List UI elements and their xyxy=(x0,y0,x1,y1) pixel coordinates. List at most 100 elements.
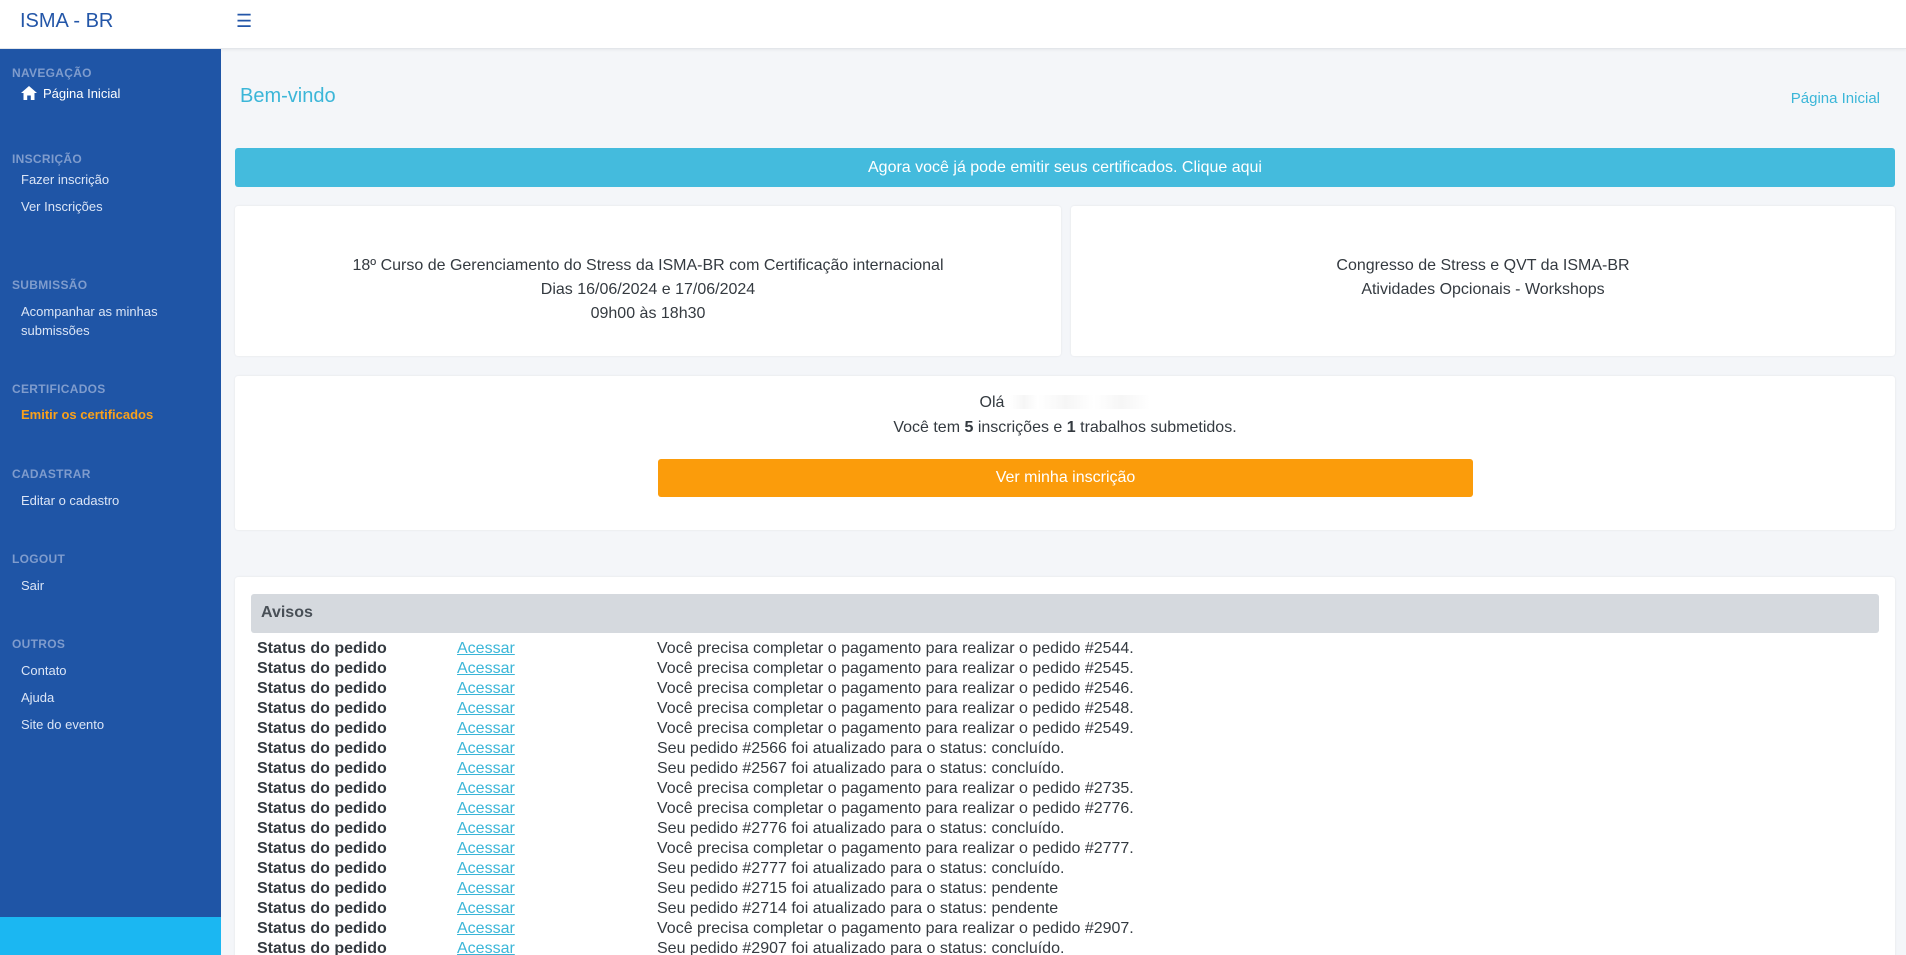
event-card-text: Congresso de Stress e QVT da ISMA-BR Ati… xyxy=(1071,254,1895,302)
aviso-access-link[interactable]: Acessar xyxy=(457,779,515,799)
aviso-row: Status do pedido Acessar Você precisa comp… xyxy=(257,919,1857,939)
summary-middle: inscrições e xyxy=(973,419,1067,436)
aviso-message: Você precisa completar o pagamento para … xyxy=(657,700,1134,717)
aviso-row: Status do pedido Acessar Seu pedido #2566 … xyxy=(257,739,1857,759)
sidebar-item-sair[interactable]: Sair xyxy=(21,576,211,595)
aviso-row: Status do pedido Acessar Seu pedido #2714 … xyxy=(257,899,1857,919)
sidebar-heading-certificados: CERTIFICADOS xyxy=(12,382,106,396)
summary-prefix: Você tem xyxy=(893,419,965,436)
hamburger-icon[interactable]: ☰ xyxy=(236,11,252,32)
event-dates: Dias 16/06/2024 e 17/06/2024 xyxy=(540,281,756,298)
aviso-message: Você precisa completar o pagamento para … xyxy=(657,680,1134,697)
aviso-access-link[interactable]: Acessar xyxy=(457,759,515,779)
aviso-access-link[interactable]: Acessar xyxy=(457,719,515,739)
aviso-row: Status do pedido Acessar Você precisa comp… xyxy=(257,779,1857,799)
aviso-label: Status do pedido xyxy=(257,920,387,937)
aviso-message: Seu pedido #2907 foi atualizado para o s… xyxy=(657,940,1065,955)
sidebar-item-ver-inscricoes[interactable]: Ver Inscrições xyxy=(21,197,211,216)
aviso-label: Status do pedido xyxy=(257,640,387,657)
aviso-label: Status do pedido xyxy=(257,880,387,897)
sidebar-item-contato[interactable]: Contato xyxy=(21,661,211,680)
sidebar-heading-submissao: SUBMISSÃO xyxy=(12,278,88,292)
aviso-access-link[interactable]: Acessar xyxy=(457,839,515,859)
sidebar-item-emitir-certificados[interactable]: Emitir os certificados xyxy=(21,405,211,424)
aviso-message: Você precisa completar o pagamento para … xyxy=(657,720,1134,737)
aviso-label: Status do pedido xyxy=(257,660,387,677)
greeting-text: Olá xyxy=(235,394,1895,412)
aviso-access-link[interactable]: Acessar xyxy=(457,679,515,699)
aviso-row: Status do pedido Acessar Você precisa comp… xyxy=(257,659,1857,679)
aviso-message: Seu pedido #2715 foi atualizado para o s… xyxy=(657,880,1059,897)
aviso-message: Seu pedido #2566 foi atualizado para o s… xyxy=(657,740,1065,757)
aviso-message: Você precisa completar o pagamento para … xyxy=(657,920,1134,937)
aviso-row: Status do pedido Acessar Seu pedido #2776 … xyxy=(257,819,1857,839)
aviso-access-link[interactable]: Acessar xyxy=(457,799,515,819)
sidebar-item-ajuda[interactable]: Ajuda xyxy=(21,688,211,707)
avisos-header: Avisos xyxy=(251,594,1879,633)
aviso-access-link[interactable]: Acessar xyxy=(457,739,515,759)
aviso-access-link[interactable]: Acessar xyxy=(457,659,515,679)
sidebar-item-label: Página Inicial xyxy=(43,86,121,101)
avisos-card: Avisos Status do pedido Acessar Você preci… xyxy=(235,577,1895,955)
aviso-row: Status do pedido Acessar Seu pedido #2907 … xyxy=(257,939,1857,955)
top-navbar: ISMA - BR ☰ xyxy=(0,0,1906,49)
aviso-row: Status do pedido Acessar Você precisa comp… xyxy=(257,639,1857,659)
summary-text: Você tem 5 inscrições e 1 trabalhos subm… xyxy=(235,419,1895,437)
trabalhos-count: 1 xyxy=(1066,419,1076,436)
aviso-message: Você precisa completar o pagamento para … xyxy=(657,640,1134,657)
aviso-row: Status do pedido Acessar Você precisa comp… xyxy=(257,679,1857,699)
aviso-message: Seu pedido #2776 foi atualizado para o s… xyxy=(657,820,1065,837)
home-icon xyxy=(21,86,37,100)
page-title: Bem-vindo xyxy=(240,85,336,107)
aviso-label: Status do pedido xyxy=(257,720,387,737)
aviso-message: Você precisa completar o pagamento para … xyxy=(657,800,1134,817)
aviso-label: Status do pedido xyxy=(257,700,387,717)
sidebar-heading-navegacao: NAVEGAÇÃO xyxy=(12,66,92,80)
sidebar-item-editar-cadastro[interactable]: Editar o cadastro xyxy=(21,491,211,510)
aviso-label: Status do pedido xyxy=(257,780,387,797)
avisos-title: Avisos xyxy=(261,604,313,621)
aviso-access-link[interactable]: Acessar xyxy=(457,639,515,659)
aviso-message: Você precisa completar o pagamento para … xyxy=(657,840,1134,857)
sidebar-footer xyxy=(0,917,221,955)
aviso-access-link[interactable]: Acessar xyxy=(457,879,515,899)
aviso-label: Status do pedido xyxy=(257,680,387,697)
aviso-label: Status do pedido xyxy=(257,820,387,837)
event-card-curso[interactable]: 18º Curso de Gerenciamento do Stress da … xyxy=(235,206,1061,356)
aviso-label: Status do pedido xyxy=(257,740,387,757)
event-card-congresso[interactable]: Congresso de Stress e QVT da ISMA-BR Ati… xyxy=(1071,206,1895,356)
sidebar-item-acompanhar-submissoes[interactable]: Acompanhar as minhas submissões xyxy=(21,302,181,340)
sidebar-heading-logout: LOGOUT xyxy=(12,552,66,566)
sidebar-item-pagina-inicial[interactable]: Página Inicial xyxy=(21,84,211,103)
sidebar: NAVEGAÇÃO Página Inicial INSCRIÇÃO Fazer… xyxy=(0,49,221,955)
aviso-row: Status do pedido Acessar Seu pedido #2715 … xyxy=(257,879,1857,899)
user-name-redacted xyxy=(1010,395,1151,409)
aviso-label: Status do pedido xyxy=(257,860,387,877)
event-time: 09h00 às 18h30 xyxy=(590,305,706,322)
breadcrumb[interactable]: Página Inicial xyxy=(1791,90,1880,107)
aviso-row: Status do pedido Acessar Seu pedido #2567 … xyxy=(257,759,1857,779)
certificate-alert[interactable]: Agora você já pode emitir seus certifica… xyxy=(235,148,1895,187)
ver-inscricao-button[interactable]: Ver minha inscrição xyxy=(658,459,1473,497)
aviso-label: Status do pedido xyxy=(257,900,387,917)
aviso-row: Status do pedido Acessar Você precisa comp… xyxy=(257,839,1857,859)
event-card-text: 18º Curso de Gerenciamento do Stress da … xyxy=(235,254,1061,326)
sidebar-heading-inscricao: INSCRIÇÃO xyxy=(12,152,83,166)
aviso-label: Status do pedido xyxy=(257,940,387,955)
sidebar-heading-outros: OUTROS xyxy=(12,637,66,651)
aviso-access-link[interactable]: Acessar xyxy=(457,699,515,719)
aviso-message: Seu pedido #2567 foi atualizado para o s… xyxy=(657,760,1065,777)
event-subtitle: Atividades Opcionais - Workshops xyxy=(1361,281,1605,298)
sidebar-item-fazer-inscricao[interactable]: Fazer inscrição xyxy=(21,170,211,189)
event-title: 18º Curso de Gerenciamento do Stress da … xyxy=(352,257,944,274)
aviso-access-link[interactable]: Acessar xyxy=(457,939,515,955)
aviso-access-link[interactable]: Acessar xyxy=(457,859,515,879)
aviso-access-link[interactable]: Acessar xyxy=(457,819,515,839)
brand-logo[interactable]: ISMA - BR xyxy=(20,10,113,33)
aviso-access-link[interactable]: Acessar xyxy=(457,899,515,919)
aviso-access-link[interactable]: Acessar xyxy=(457,919,515,939)
aviso-message: Seu pedido #2777 foi atualizado para o s… xyxy=(657,860,1065,877)
sidebar-heading-cadastrar: CADASTRAR xyxy=(12,467,91,481)
aviso-label: Status do pedido xyxy=(257,760,387,777)
sidebar-item-site-evento[interactable]: Site do evento xyxy=(21,715,211,734)
